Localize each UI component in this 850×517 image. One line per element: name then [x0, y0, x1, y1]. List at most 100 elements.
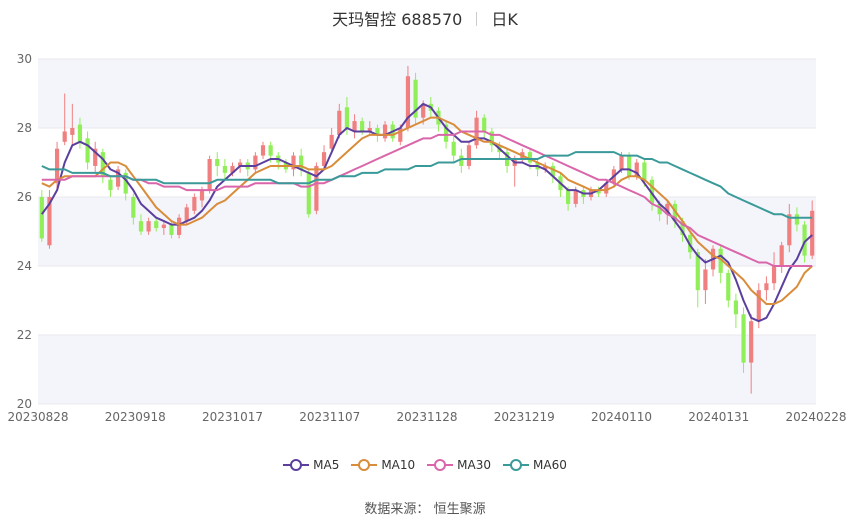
candle-body: [619, 155, 624, 170]
candle-body: [215, 159, 220, 166]
candle: [108, 176, 113, 197]
candle-body: [39, 197, 44, 239]
candle: [222, 159, 227, 180]
candle-body: [314, 165, 319, 211]
candle-body: [260, 145, 266, 156]
candle: [779, 241, 784, 273]
legend-label: MA60: [533, 458, 567, 472]
y-axis: 20 22 24 26 28 30: [17, 52, 32, 411]
legend-item-ma60[interactable]: MA60: [503, 458, 567, 472]
candle: [291, 152, 296, 177]
candle-body: [268, 145, 273, 156]
candle-body: [627, 155, 632, 177]
legend-marker-icon: [351, 459, 378, 471]
candle-body: [573, 190, 578, 204]
candle-body: [726, 272, 731, 301]
y-tick-label: 20: [17, 397, 32, 411]
legend-item-ma5[interactable]: MA5: [283, 458, 339, 472]
legend-item-ma10[interactable]: MA10: [351, 458, 415, 472]
grid-band: [38, 335, 816, 404]
candle-body: [54, 148, 60, 184]
candle-body: [771, 266, 777, 284]
legend-label: MA30: [457, 458, 492, 472]
x-tick-label: 20231017: [202, 410, 263, 424]
grid-bands: [38, 59, 816, 404]
legend: MA5 MA10 MA30 MA60: [0, 458, 850, 472]
legend-marker-icon: [283, 459, 310, 471]
candle-body: [222, 165, 227, 173]
legend-label: MA10: [381, 458, 416, 472]
candle-body: [108, 179, 113, 191]
candle-body: [382, 124, 388, 139]
candle: [459, 148, 464, 173]
candle: [299, 148, 304, 177]
candle: [39, 190, 44, 242]
x-tick-label: 20231219: [494, 410, 555, 424]
candle: [245, 159, 250, 177]
candle-body: [787, 214, 792, 246]
candle-body: [146, 221, 151, 232]
candle-body: [192, 197, 197, 211]
candle-body: [70, 128, 75, 135]
candle: [100, 148, 105, 184]
y-tick-label: 28: [17, 121, 32, 135]
candle-body: [184, 207, 189, 222]
candle-body: [85, 138, 90, 163]
legend-item-ma30[interactable]: MA30: [427, 458, 491, 472]
x-tick-label: 20231128: [396, 410, 457, 424]
candle: [253, 152, 258, 173]
candle: [482, 114, 487, 139]
candle: [207, 155, 212, 194]
candle-body: [207, 159, 212, 191]
candle-body: [306, 172, 311, 215]
x-tick-label: 20231107: [299, 410, 360, 424]
candle-body: [131, 197, 136, 218]
candle-body: [337, 110, 342, 135]
candle-body: [154, 221, 159, 229]
candle: [466, 141, 472, 170]
candle-body: [779, 245, 784, 266]
candle: [177, 214, 182, 239]
candle-body: [62, 131, 67, 142]
candle-body: [764, 283, 769, 291]
y-tick-label: 24: [17, 259, 32, 273]
legend-marker-icon: [503, 459, 530, 471]
candle: [306, 169, 311, 218]
candle-body: [451, 141, 456, 156]
candle: [550, 162, 555, 184]
candle-body: [703, 269, 708, 291]
candlestick-chart: 202224262830 20230828 20230918 20231017 202…: [7, 52, 846, 424]
candle: [764, 276, 769, 301]
candle: [93, 141, 98, 173]
candle-body: [482, 117, 487, 132]
candle-body: [77, 124, 83, 142]
candle-body: [161, 224, 166, 229]
x-tick-label: 20240110: [591, 410, 652, 424]
candle-body: [459, 155, 464, 166]
candle-body: [566, 190, 571, 204]
grid-band: [38, 59, 816, 128]
candle: [413, 72, 418, 125]
source-label: 数据来源：: [364, 502, 430, 517]
candle-body: [344, 107, 350, 128]
candle: [451, 134, 456, 163]
candle-body: [199, 190, 205, 201]
y-tick-label: 26: [17, 190, 32, 204]
x-tick-label: 20230918: [105, 410, 166, 424]
candle: [115, 165, 121, 191]
y-tick-label: 30: [17, 52, 32, 66]
candle: [85, 131, 90, 170]
candle-body: [466, 145, 472, 166]
x-tick-label: 20230828: [7, 410, 68, 424]
x-axis: 20230828 20230918 20231017 20231107 20231128…: [7, 410, 846, 424]
candle-body: [360, 121, 365, 132]
source-value: 恒生聚源: [433, 502, 486, 517]
candle-body: [138, 221, 144, 232]
candle-body: [741, 314, 746, 363]
candle-body: [253, 155, 258, 170]
candle-body: [177, 217, 182, 235]
data-source: 数据来源： 恒生聚源: [0, 498, 850, 517]
candle: [215, 152, 220, 177]
x-tick-label: 20240228: [785, 410, 846, 424]
legend-marker-icon: [427, 459, 454, 471]
